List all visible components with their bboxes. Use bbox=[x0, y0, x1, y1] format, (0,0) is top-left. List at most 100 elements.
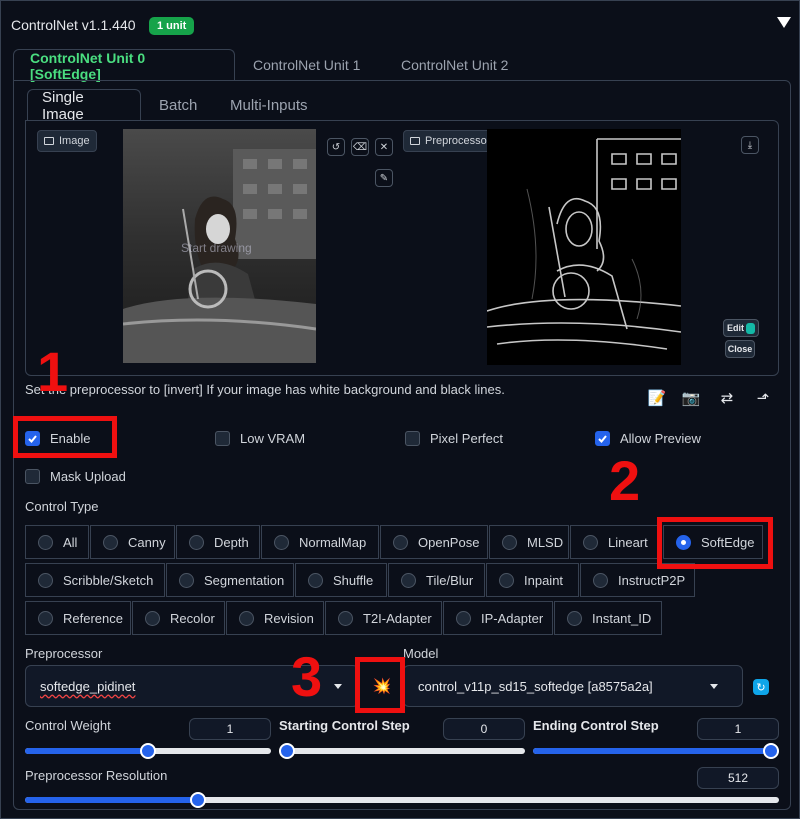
chevron-down-icon bbox=[334, 684, 342, 689]
brush-button[interactable]: ✎ bbox=[375, 169, 393, 187]
radio-icon bbox=[189, 534, 204, 550]
preprocessor-value: softedge_pidinet bbox=[40, 678, 136, 694]
ending-step-label: Ending Control Step bbox=[533, 718, 659, 733]
download-button[interactable]: ⤓ bbox=[741, 136, 759, 154]
close-preview-button[interactable]: Close bbox=[725, 340, 755, 358]
preprocessor-preview-image bbox=[487, 129, 681, 365]
mask-upload-checkbox[interactable]: Mask Upload bbox=[25, 466, 126, 486]
slider-fill bbox=[25, 797, 198, 803]
slider-fill bbox=[25, 748, 148, 754]
control-type-openpose[interactable]: OpenPose bbox=[380, 525, 488, 559]
model-dropdown[interactable]: control_v11p_sd15_softedge [a8575a2a] bbox=[403, 665, 743, 707]
ending-step-input[interactable]: 1 bbox=[697, 718, 779, 740]
control-type-normalmap[interactable]: NormalMap bbox=[261, 525, 379, 559]
annotation-number-3: 3 bbox=[291, 645, 323, 708]
refresh-models-button[interactable]: ↻ bbox=[753, 679, 769, 695]
control-weight-input[interactable]: 1 bbox=[189, 718, 271, 740]
control-type-instant-id[interactable]: Instant_ID bbox=[554, 601, 662, 635]
unit-count-badge: 1 unit bbox=[149, 17, 195, 35]
low-vram-checkbox[interactable]: Low VRAM bbox=[215, 428, 305, 448]
tab-unit-2[interactable]: ControlNet Unit 2 bbox=[385, 49, 524, 81]
tab-unit-1[interactable]: ControlNet Unit 1 bbox=[237, 49, 376, 81]
annotation-box-enable bbox=[13, 416, 117, 458]
undo-button[interactable]: ↺ bbox=[327, 138, 345, 156]
control-type-reference[interactable]: Reference bbox=[25, 601, 131, 635]
control-type-all[interactable]: All bbox=[25, 525, 89, 559]
checkbox-unchecked-icon bbox=[25, 468, 40, 484]
control-type-canny[interactable]: Canny bbox=[90, 525, 175, 559]
radio-icon bbox=[274, 534, 289, 550]
softedge-preview-graphic bbox=[487, 129, 681, 365]
tab-unit-0[interactable]: ControlNet Unit 0 [SoftEdge] bbox=[13, 49, 235, 82]
radio-icon bbox=[145, 610, 160, 626]
radio-icon bbox=[502, 534, 517, 550]
slider-thumb[interactable] bbox=[190, 792, 206, 808]
new-canvas-button[interactable]: 📝 bbox=[647, 389, 667, 407]
erase-button[interactable]: ⌫ bbox=[351, 138, 369, 156]
slider-fill bbox=[533, 748, 779, 754]
refresh-icon: ↻ bbox=[756, 681, 766, 694]
control-type-tile-blur[interactable]: Tile/Blur bbox=[388, 563, 485, 597]
control-type-revision[interactable]: Revision bbox=[226, 601, 324, 635]
clear-image-button[interactable]: ✕ bbox=[375, 138, 393, 156]
image-label: Image bbox=[37, 130, 97, 152]
slider-thumb[interactable] bbox=[279, 743, 295, 759]
control-type-scribble[interactable]: Scribble/Sketch bbox=[25, 563, 165, 597]
ending-step-slider[interactable] bbox=[533, 743, 779, 759]
canvas-placeholder: Start drawing bbox=[181, 241, 252, 255]
radio-icon bbox=[308, 572, 323, 588]
starting-step-label: Starting Control Step bbox=[279, 718, 410, 733]
send-dimensions-button[interactable]: ⬏ bbox=[753, 389, 773, 407]
eraser-icon: ⌫ bbox=[352, 141, 368, 153]
annotation-box-run-preprocessor bbox=[355, 657, 405, 713]
starting-step-input[interactable]: 0 bbox=[443, 718, 525, 740]
radio-icon bbox=[393, 534, 408, 550]
tab-single-image[interactable]: Single Image bbox=[27, 89, 141, 123]
preprocessor-resolution-input[interactable]: 512 bbox=[697, 767, 779, 789]
preprocessor-resolution-slider[interactable] bbox=[25, 792, 779, 808]
model-value: control_v11p_sd15_softedge [a8575a2a] bbox=[418, 678, 653, 694]
edit-button[interactable]: Edit bbox=[723, 319, 759, 337]
radio-icon bbox=[38, 534, 53, 550]
allow-preview-checkbox[interactable]: Allow Preview bbox=[595, 428, 701, 448]
radio-icon bbox=[583, 534, 598, 550]
annotation-number-1: 1 bbox=[37, 340, 69, 403]
panel-title: ControlNet v1.1.440 bbox=[11, 17, 136, 33]
control-type-mlsd[interactable]: MLSD bbox=[489, 525, 569, 559]
starting-step-slider[interactable] bbox=[279, 743, 525, 759]
control-weight-slider[interactable] bbox=[25, 743, 271, 759]
radio-icon bbox=[338, 610, 353, 626]
collapse-toggle-icon[interactable] bbox=[777, 17, 791, 28]
checkbox-unchecked-icon bbox=[405, 430, 420, 446]
pixel-perfect-checkbox[interactable]: Pixel Perfect bbox=[405, 428, 503, 448]
control-type-segmentation[interactable]: Segmentation bbox=[166, 563, 294, 597]
control-type-recolor[interactable]: Recolor bbox=[132, 601, 225, 635]
radio-icon bbox=[103, 534, 118, 550]
preprocessor-label: Preprocessor bbox=[25, 646, 103, 661]
swap-arrows-icon: ⇄ bbox=[720, 390, 734, 407]
input-image[interactable]: Start drawing bbox=[123, 129, 316, 363]
radio-icon bbox=[179, 572, 194, 588]
radio-icon bbox=[401, 572, 416, 588]
control-type-lineart[interactable]: Lineart bbox=[570, 525, 662, 559]
radio-icon bbox=[38, 572, 53, 588]
control-type-depth[interactable]: Depth bbox=[176, 525, 260, 559]
mirror-button[interactable]: ⇄ bbox=[717, 389, 737, 407]
slider-thumb[interactable] bbox=[763, 743, 779, 759]
helper-text: Set the preprocessor to [invert] If your… bbox=[25, 382, 505, 397]
preprocessor-resolution-label: Preprocessor Resolution bbox=[25, 768, 168, 783]
checkbox-unchecked-icon bbox=[215, 430, 230, 446]
control-type-shuffle[interactable]: Shuffle bbox=[295, 563, 387, 597]
control-type-inpaint[interactable]: Inpaint bbox=[486, 563, 579, 597]
close-icon: ✕ bbox=[379, 141, 389, 153]
radio-icon bbox=[239, 610, 254, 626]
tab-multi-inputs[interactable]: Multi-Inputs bbox=[216, 89, 322, 121]
control-type-t2i-adapter[interactable]: T2I-Adapter bbox=[325, 601, 442, 635]
radio-icon bbox=[593, 572, 608, 588]
slider-thumb[interactable] bbox=[140, 743, 156, 759]
control-type-ip-adapter[interactable]: IP-Adapter bbox=[443, 601, 553, 635]
send-arrow-icon: ⬏ bbox=[756, 390, 770, 407]
webcam-button[interactable]: 📷 bbox=[681, 389, 701, 407]
tab-batch[interactable]: Batch bbox=[145, 89, 211, 121]
camera-icon: 📷 bbox=[681, 390, 701, 407]
